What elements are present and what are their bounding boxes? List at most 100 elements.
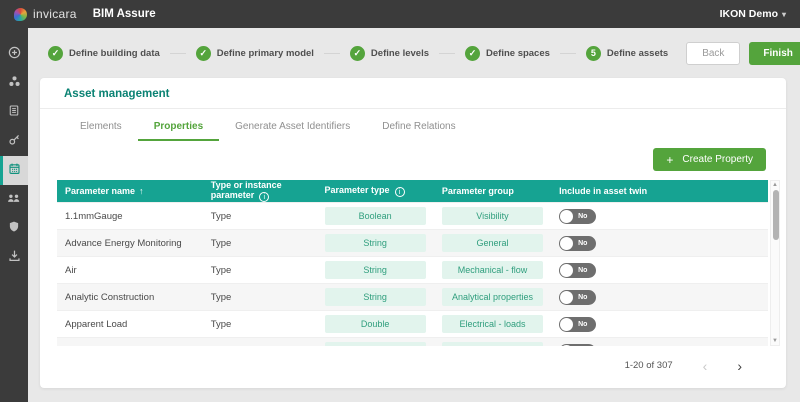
column-label: Parameter group xyxy=(442,186,514,196)
include-toggle[interactable]: No xyxy=(559,290,596,305)
cell-type: Type xyxy=(203,338,317,347)
step-label: Define building data xyxy=(69,48,160,59)
cell-type: Type xyxy=(203,311,317,338)
parameter-group-badge: Electrical - loads xyxy=(442,315,543,333)
column-parameter-name[interactable]: Parameter name ↑ xyxy=(57,180,203,203)
tab-define-relations[interactable]: Define Relations xyxy=(366,112,471,141)
step-define-levels: ✓ Define levels xyxy=(350,46,429,61)
download-icon xyxy=(8,249,21,267)
parameter-type-badge: String xyxy=(325,288,426,306)
scroll-down-icon[interactable]: ▼ xyxy=(772,337,778,345)
step-label: Define primary model xyxy=(217,48,314,59)
parameters-table-zone: Parameter name ↑ Type or instance paramet… xyxy=(57,180,780,346)
sidebar-item-export[interactable] xyxy=(0,243,28,272)
app-title: BIM Assure xyxy=(93,8,156,20)
wizard-stepper: ✓ Define building data ✓ Define primary … xyxy=(28,28,800,78)
step-check-icon: ✓ xyxy=(465,46,480,61)
step-connector xyxy=(560,53,576,54)
table-row: Advance Energy Monitoring Type String Ge… xyxy=(57,230,768,257)
table-row: Analytic Construction Type String Analyt… xyxy=(57,284,768,311)
table-header-row: Parameter name ↑ Type or instance paramet… xyxy=(57,180,768,203)
account-name: IKON Demo xyxy=(720,8,778,20)
step-define-building-data: ✓ Define building data xyxy=(48,46,160,61)
cell-type: Type xyxy=(203,203,317,230)
toggle-state-label: No xyxy=(578,240,587,247)
include-toggle[interactable]: No xyxy=(559,263,596,278)
info-icon[interactable]: i xyxy=(259,192,269,202)
sidebar-item-issues[interactable] xyxy=(0,98,28,127)
tab-generate-asset-identifiers[interactable]: Generate Asset Identifiers xyxy=(219,112,366,141)
step-check-icon: ✓ xyxy=(196,46,211,61)
parameters-table: Parameter name ↑ Type or instance paramet… xyxy=(57,180,768,346)
column-label: Include in asset twin xyxy=(559,186,647,196)
step-connector xyxy=(439,53,455,54)
account-menu[interactable]: IKON Demo ▾ xyxy=(720,8,786,20)
plus-circle-icon xyxy=(8,46,21,64)
include-toggle[interactable]: No xyxy=(559,344,596,346)
back-button[interactable]: Back xyxy=(686,42,740,65)
include-toggle[interactable]: No xyxy=(559,236,596,251)
scroll-up-icon[interactable]: ▲ xyxy=(772,181,778,189)
table-row: 1.1mmGauge Type Boolean Visibility No xyxy=(57,203,768,230)
step-connector xyxy=(170,53,186,54)
table-row: Air Type String Mechanical - flow No xyxy=(57,257,768,284)
asset-management-panel: Asset management Elements Properties Gen… xyxy=(40,78,786,388)
table-scrollbar[interactable]: ▲ ▼ xyxy=(770,180,780,346)
previous-page-button[interactable]: ‹ xyxy=(703,361,708,371)
sidebar-item-add[interactable] xyxy=(0,40,28,69)
parameter-group-badge: Analytical properties xyxy=(442,288,543,306)
tab-bar: Elements Properties Generate Asset Ident… xyxy=(40,112,786,141)
sidebar xyxy=(0,28,28,402)
team-icon xyxy=(7,191,21,209)
sidebar-item-security[interactable] xyxy=(0,214,28,243)
toggle-knob xyxy=(560,237,573,250)
scrollbar-thumb[interactable] xyxy=(773,190,779,240)
model-hub-icon xyxy=(8,75,21,93)
finish-button[interactable]: Finish xyxy=(749,42,800,65)
sidebar-item-team[interactable] xyxy=(0,185,28,214)
tab-properties[interactable]: Properties xyxy=(138,112,219,141)
next-page-button[interactable]: › xyxy=(737,361,742,371)
toggle-knob xyxy=(560,291,573,304)
panel-header: Asset management xyxy=(40,78,786,109)
column-label: Parameter name xyxy=(65,186,135,196)
shield-icon xyxy=(8,220,20,238)
column-label: Parameter type xyxy=(325,185,390,195)
parameter-type-badge: Double xyxy=(325,315,426,333)
step-label: Define assets xyxy=(607,48,668,59)
brand-name: invicara xyxy=(33,7,77,21)
sidebar-item-asset-management[interactable] xyxy=(0,156,28,185)
column-type-or-instance: Type or instance parameteri xyxy=(203,180,317,203)
sidebar-item-access[interactable] xyxy=(0,127,28,156)
include-toggle[interactable]: No xyxy=(559,317,596,332)
info-icon[interactable]: i xyxy=(395,187,405,197)
cell-type: Type xyxy=(203,257,317,284)
parameter-group-badge: Visibility xyxy=(442,207,543,225)
top-bar: invicara BIM Assure IKON Demo ▾ xyxy=(0,0,800,28)
cell-parameter-name: Air xyxy=(57,257,203,284)
cell-type: Type xyxy=(203,284,317,311)
tab-elements[interactable]: Elements xyxy=(64,112,138,141)
parameter-group-badge: Electrical - loads xyxy=(442,342,543,346)
cell-parameter-name: Analytic Construction xyxy=(57,284,203,311)
column-parameter-type: Parameter type i xyxy=(317,180,434,203)
parameter-group-badge: General xyxy=(442,234,543,252)
table-row: Apparent Load Type Double Electrical - l… xyxy=(57,311,768,338)
toggle-state-label: No xyxy=(578,321,587,328)
cell-parameter-name: Advance Energy Monitoring xyxy=(57,230,203,257)
table-actions: + Create Property xyxy=(40,141,786,180)
sidebar-item-models[interactable] xyxy=(0,69,28,98)
toggle-knob xyxy=(560,210,573,223)
step-define-spaces: ✓ Define spaces xyxy=(465,46,550,61)
sort-ascending-icon[interactable]: ↑ xyxy=(139,186,144,196)
chevron-down-icon: ▾ xyxy=(782,10,786,19)
create-property-button[interactable]: + Create Property xyxy=(653,148,766,171)
toggle-state-label: No xyxy=(578,213,587,220)
clipboard-icon xyxy=(8,104,20,122)
page-title: Asset management xyxy=(64,88,762,100)
include-toggle[interactable]: No xyxy=(559,209,596,224)
column-include-in-asset-twin: Include in asset twin xyxy=(551,180,768,203)
pagination-range: 1-20 of 307 xyxy=(625,360,673,371)
toggle-knob xyxy=(560,264,573,277)
step-label: Define spaces xyxy=(486,48,550,59)
